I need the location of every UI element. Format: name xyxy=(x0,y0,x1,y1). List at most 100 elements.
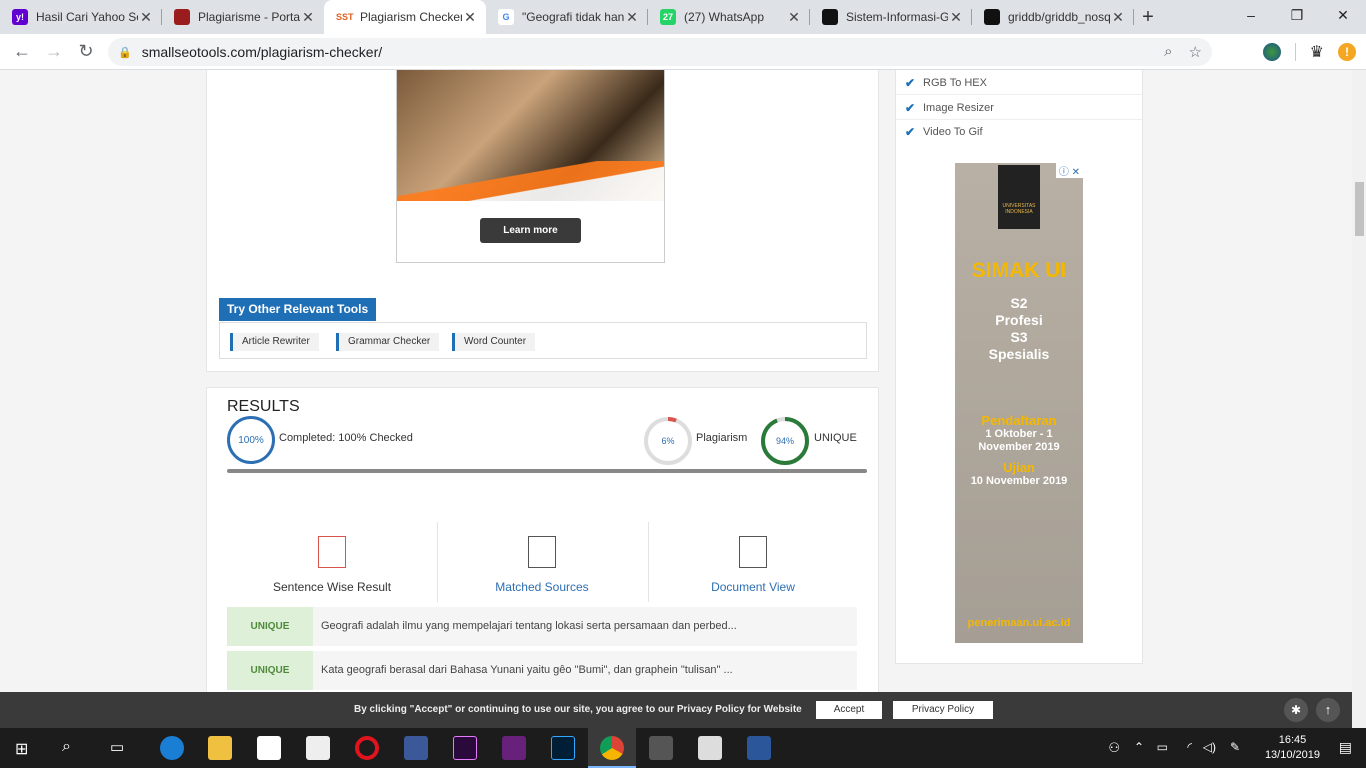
visual-studio-icon[interactable] xyxy=(502,736,526,760)
forward-icon[interactable]: → xyxy=(38,41,70,62)
wifi-icon[interactable]: ◜ xyxy=(1187,740,1192,754)
close-tab-icon[interactable]: ✕ xyxy=(786,9,802,26)
close-tab-icon[interactable]: ✕ xyxy=(948,9,964,26)
tools-box: Article Rewriter Grammar Checker Word Co… xyxy=(219,322,867,359)
sidebar-item-video-to-gif[interactable]: ✔ Video To Gif xyxy=(896,120,1142,144)
document-view-button[interactable]: Document View xyxy=(648,536,858,594)
bug-report-icon[interactable]: ✱ xyxy=(1284,698,1308,722)
close-tab-icon[interactable]: ✕ xyxy=(462,9,478,26)
people-icon[interactable]: ⚇ xyxy=(1108,740,1120,756)
exam-date: 10 November 2019 xyxy=(970,475,1068,487)
update-alert-icon[interactable]: ! xyxy=(1338,43,1356,61)
learn-more-button[interactable]: Learn more xyxy=(480,218,581,243)
vertical-scrollbar[interactable] xyxy=(1352,70,1366,728)
photoshop-icon[interactable] xyxy=(551,736,575,760)
plagiarism-label: Plagiarism xyxy=(696,432,748,444)
search-icon[interactable]: ⌕ xyxy=(62,738,71,756)
accept-button[interactable]: Accept xyxy=(816,701,882,719)
tool-article-rewriter[interactable]: Article Rewriter xyxy=(230,333,319,351)
show-hidden-icon[interactable]: ⌃ xyxy=(1134,740,1144,754)
volume-icon[interactable]: ◁) xyxy=(1203,740,1216,754)
tab-1[interactable]: y! Hasil Cari Yahoo Se ✕ xyxy=(0,0,162,34)
back-icon[interactable]: ← xyxy=(6,41,38,62)
tab-4[interactable]: G "Geografi tidak hany ✕ xyxy=(486,0,648,34)
tab-favicon-icon: y! xyxy=(12,9,28,25)
address-bar[interactable]: 🔒 smallseotools.com/plagiarism-checker/ … xyxy=(108,38,1212,66)
notification-icon[interactable]: ▤ xyxy=(1339,739,1352,756)
minimize-button[interactable]: – xyxy=(1228,0,1274,30)
university-name: UNIVERSITAS INDONESIA xyxy=(1002,203,1036,215)
app-icon[interactable] xyxy=(698,736,722,760)
matched-sources-button[interactable]: Matched Sources xyxy=(437,536,647,594)
advertisement-food[interactable]: Learn more xyxy=(396,70,665,263)
tab-separator xyxy=(1133,9,1134,25)
maximize-button[interactable]: ❐ xyxy=(1274,0,1320,30)
tab-title: Plagiarisme - Porta xyxy=(198,10,300,24)
program-profesi: Profesi xyxy=(995,312,1043,328)
unique-pct: 94% xyxy=(776,436,794,446)
sentence-wise-result-button[interactable]: Sentence Wise Result xyxy=(227,536,437,594)
tab-5[interactable]: 27 (27) WhatsApp ✕ xyxy=(648,0,810,34)
result-row[interactable]: UNIQUE Geografi adalah ilmu yang mempela… xyxy=(227,607,857,646)
registration-dates: 1 Oktober - 1 November 2019 xyxy=(978,428,1060,453)
battery-icon[interactable]: ▭ xyxy=(1157,740,1168,754)
tool-grammar-checker[interactable]: Grammar Checker xyxy=(336,333,440,351)
check-icon: ✔ xyxy=(905,76,916,90)
tab-6[interactable]: Sistem-Informasi-G ✕ xyxy=(810,0,972,34)
file-explorer-icon[interactable] xyxy=(208,736,232,760)
scrollbar-thumb[interactable] xyxy=(1355,182,1364,236)
ad-choices-icon[interactable]: ⓘ ✕ xyxy=(1055,163,1083,178)
edge-icon[interactable] xyxy=(160,736,184,760)
tab-3[interactable]: SST Plagiarism Checker ✕ xyxy=(324,0,486,34)
zoom-icon[interactable]: ⌕ xyxy=(1164,43,1172,61)
close-tab-icon[interactable]: ✕ xyxy=(1110,9,1126,26)
sidebar-item-rgb-to-hex[interactable]: ✔ RGB To HEX xyxy=(896,71,1142,95)
clock[interactable]: 16:45 13/10/2019 xyxy=(1265,733,1320,763)
reload-icon[interactable]: ↻ xyxy=(70,41,102,62)
lock-icon: 🔒 xyxy=(118,46,132,59)
privacy-policy-button[interactable]: Privacy Policy xyxy=(893,701,993,719)
tab-2[interactable]: Plagiarisme - Porta ✕ xyxy=(162,0,324,34)
close-tab-icon[interactable]: ✕ xyxy=(138,9,154,26)
tools-header: Try Other Relevant Tools xyxy=(219,298,377,321)
tab-title: Hasil Cari Yahoo Se xyxy=(36,10,138,24)
close-tab-icon[interactable]: ✕ xyxy=(624,9,640,26)
windows-taskbar: ⊞ ⌕ ▭ ⚇ ⌃ ▭ ◜ ◁) ✎ 16:45 13/10/2019 ▤ xyxy=(0,728,1366,768)
scroll-top-icon[interactable]: ↑ xyxy=(1316,698,1340,722)
chrome-taskbar-button[interactable] xyxy=(588,728,636,768)
tab-favicon-icon: G xyxy=(498,9,514,25)
opera-icon[interactable] xyxy=(355,736,379,760)
mail-icon[interactable] xyxy=(306,736,330,760)
task-view-icon[interactable]: ▭ xyxy=(110,738,124,756)
result-row[interactable]: UNIQUE Kata geografi berasal dari Bahasa… xyxy=(227,651,857,690)
store-icon[interactable] xyxy=(257,736,281,760)
completed-label: Completed: 100% Checked xyxy=(279,432,413,444)
close-window-button[interactable]: ✕ xyxy=(1320,0,1366,30)
pen-icon[interactable]: ✎ xyxy=(1230,740,1240,754)
advertisement-simak-ui[interactable]: ⓘ ✕ UNIVERSITAS INDONESIA SIMAK UI S2 Pr… xyxy=(955,163,1083,643)
program-s2: S2 xyxy=(1010,295,1028,311)
registration-title: Pendaftaran xyxy=(981,413,1057,428)
sidebar-item-image-resizer[interactable]: ✔ Image Resizer xyxy=(896,96,1142,120)
matched-sources-label: Matched Sources xyxy=(495,580,589,594)
tab-7[interactable]: griddb/griddb_nosq ✕ xyxy=(972,0,1134,34)
word-icon[interactable] xyxy=(747,736,771,760)
extension-globe-icon[interactable] xyxy=(1262,43,1281,61)
facebook-icon[interactable] xyxy=(404,736,428,760)
ad-website: penerimaan.ui.ac.id xyxy=(967,617,1071,629)
unique-label: UNIQUE xyxy=(814,432,857,444)
crown-extension-icon[interactable]: ♛ xyxy=(1310,42,1324,62)
new-tab-button[interactable]: + xyxy=(1134,0,1162,34)
close-tab-icon[interactable]: ✕ xyxy=(300,9,316,26)
premiere-icon[interactable] xyxy=(453,736,477,760)
tab-list: y! Hasil Cari Yahoo Se ✕ Plagiarisme - Port… xyxy=(0,0,1134,34)
tab-favicon-icon xyxy=(822,9,838,25)
git-icon[interactable] xyxy=(649,736,673,760)
bookmark-star-icon[interactable]: ☆ xyxy=(1189,43,1202,61)
document-check-icon xyxy=(318,536,346,568)
tab-strip: y! Hasil Cari Yahoo Se ✕ Plagiarisme - Port… xyxy=(0,0,1366,34)
document-compare-icon xyxy=(528,536,556,568)
windows-start-icon[interactable]: ⊞ xyxy=(15,739,28,759)
sidebar-item-label: RGB To HEX xyxy=(923,77,987,89)
tool-word-counter[interactable]: Word Counter xyxy=(452,333,536,351)
